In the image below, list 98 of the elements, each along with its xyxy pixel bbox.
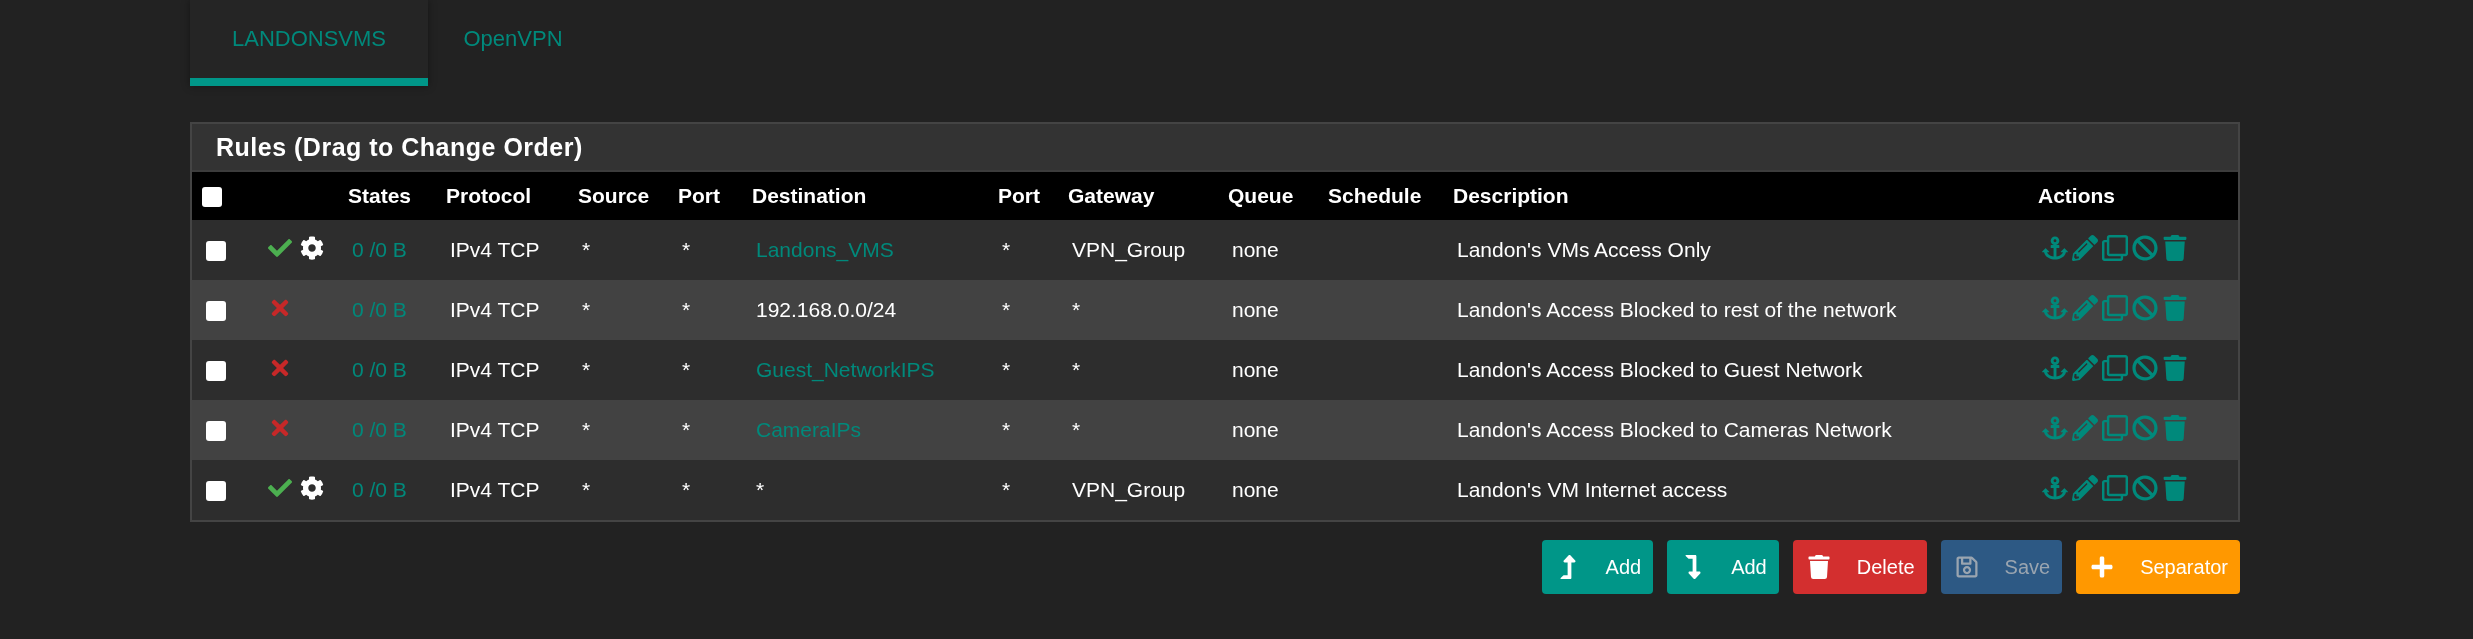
pencil-icon[interactable] — [2072, 234, 2098, 261]
port-text: * — [1002, 418, 1011, 441]
panel-title: Rules (Drag to Change Order) — [192, 124, 2238, 172]
anchor-icon[interactable] — [2042, 354, 2068, 381]
port-text: * — [682, 358, 691, 381]
destination-link[interactable]: Guest_NetworkIPS — [756, 358, 935, 381]
states-link[interactable]: 0 /0 B — [352, 298, 407, 321]
protocol-text: IPv4 TCP — [450, 238, 540, 261]
queue-text: none — [1232, 358, 1279, 381]
gateway-text: * — [1072, 298, 1081, 321]
anchor-icon[interactable] — [2042, 234, 2068, 261]
row-checkbox[interactable] — [206, 361, 226, 382]
queue-text: none — [1232, 238, 1279, 261]
states-link[interactable]: 0 /0 B — [352, 478, 407, 501]
delete-button[interactable]: Delete — [1792, 540, 1927, 594]
gear-icon[interactable] — [300, 235, 324, 260]
anchor-icon[interactable] — [2042, 414, 2068, 441]
trash-icon[interactable] — [2162, 294, 2188, 321]
column-header: Destination — [752, 184, 867, 207]
trash-icon — [1806, 555, 1831, 579]
port-text: * — [1002, 298, 1011, 321]
queue-text: none — [1232, 478, 1279, 501]
source-text: * — [582, 358, 591, 381]
states-link[interactable]: 0 /0 B — [352, 358, 407, 381]
port-text: * — [682, 478, 691, 501]
protocol-text: IPv4 TCP — [450, 298, 540, 321]
ban-icon[interactable] — [2132, 354, 2158, 381]
destination-text: 192.168.0.0/24 — [756, 298, 897, 321]
protocol-text: IPv4 TCP — [450, 358, 540, 381]
pencil-icon[interactable] — [2072, 354, 2098, 381]
copy-icon[interactable] — [2102, 414, 2128, 441]
copy-icon[interactable] — [2102, 234, 2128, 261]
column-header: Protocol — [446, 184, 532, 207]
source-text: * — [582, 238, 591, 261]
add-top-button[interactable]: Add — [1541, 540, 1654, 594]
tab[interactable]: OpenVPN — [428, 0, 598, 86]
port-text: * — [682, 238, 691, 261]
ban-icon[interactable] — [2132, 474, 2158, 501]
plus-icon — [2090, 555, 2115, 579]
trash-icon[interactable] — [2162, 414, 2188, 441]
destination-link[interactable]: Landons_VMS — [756, 238, 894, 261]
gateway-text: VPN_Group — [1072, 478, 1186, 501]
port-text: * — [1002, 238, 1011, 261]
column-header: Port — [678, 184, 720, 207]
column-header: Queue — [1228, 184, 1294, 207]
states-link[interactable]: 0 /0 B — [352, 238, 407, 261]
column-header: Gateway — [1068, 184, 1155, 207]
port-text: * — [1002, 478, 1011, 501]
states-link[interactable]: 0 /0 B — [352, 418, 407, 441]
separator-button[interactable]: Separator — [2076, 540, 2240, 594]
pencil-icon[interactable] — [2072, 474, 2098, 501]
pencil-icon[interactable] — [2072, 294, 2098, 321]
column-header: Port — [998, 184, 1040, 207]
protocol-text: IPv4 TCP — [450, 478, 540, 501]
row-checkbox[interactable] — [206, 481, 226, 502]
column-header: Schedule — [1328, 184, 1422, 207]
protocol-text: IPv4 TCP — [450, 418, 540, 441]
queue-text: none — [1232, 418, 1279, 441]
select-all-checkbox[interactable] — [202, 187, 222, 208]
tab[interactable]: LANDONSVMS — [190, 0, 428, 86]
description-text: Landon's Access Blocked to Cameras Network — [1457, 418, 1892, 441]
gear-icon[interactable] — [300, 475, 324, 500]
row-checkbox[interactable] — [206, 241, 226, 262]
ban-icon[interactable] — [2132, 234, 2158, 261]
destination-text: * — [756, 478, 765, 501]
gateway-text: * — [1072, 358, 1081, 381]
source-text: * — [582, 478, 591, 501]
description-text: Landon's VM Internet access — [1457, 478, 1728, 501]
column-header: States — [348, 184, 412, 207]
add-bottom-button[interactable]: Add — [1667, 540, 1779, 594]
row-checkbox[interactable] — [206, 301, 226, 322]
destination-link[interactable]: CameraIPs — [756, 418, 862, 441]
port-text: * — [682, 418, 691, 441]
row-checkbox[interactable] — [206, 421, 226, 442]
ban-icon[interactable] — [2132, 294, 2158, 321]
trash-icon[interactable] — [2162, 354, 2188, 381]
copy-icon[interactable] — [2102, 294, 2128, 321]
column-header: Actions — [2038, 184, 2115, 207]
port-text: * — [1002, 358, 1011, 381]
column-header: Source — [578, 184, 650, 207]
column-header: Description — [1453, 184, 1569, 207]
source-text: * — [582, 418, 591, 441]
gateway-text: * — [1072, 418, 1081, 441]
description-text: Landon's Access Blocked to Guest Network — [1457, 358, 1863, 381]
pencil-icon[interactable] — [2072, 414, 2098, 441]
anchor-icon[interactable] — [2042, 294, 2068, 321]
anchor-icon[interactable] — [2042, 474, 2068, 501]
copy-icon[interactable] — [2102, 354, 2128, 381]
description-text: Landon's Access Blocked to rest of the network — [1457, 298, 1897, 321]
description-text: Landon's VMs Access Only — [1457, 238, 1711, 261]
copy-icon[interactable] — [2102, 474, 2128, 501]
port-text: * — [682, 298, 691, 321]
trash-icon[interactable] — [2162, 234, 2188, 261]
queue-text: none — [1232, 298, 1279, 321]
gateway-text: VPN_Group — [1072, 238, 1186, 261]
trash-icon[interactable] — [2162, 474, 2188, 501]
source-text: * — [582, 298, 591, 321]
ban-icon[interactable] — [2132, 414, 2158, 441]
